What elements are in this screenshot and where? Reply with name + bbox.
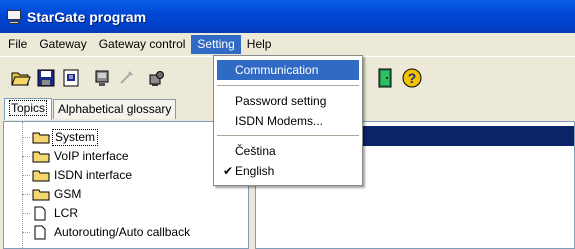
menu-separator (217, 135, 359, 136)
menu-item-communication[interactable]: Communication (217, 60, 359, 80)
folder-icon (32, 132, 50, 144)
folder-icon (32, 170, 50, 182)
menu-gateway[interactable]: Gateway (33, 35, 92, 54)
disabled-tool-icon (114, 66, 138, 90)
tree-item-gsm[interactable]: GSM (4, 185, 83, 203)
tab-alphabetical-glossary[interactable]: Alphabetical glossary (53, 99, 177, 119)
page-icon (34, 225, 46, 239)
title-bar: StarGate program (0, 0, 575, 33)
menu-separator (217, 85, 359, 86)
menu-bar: File Gateway Gateway control Setting Hel… (0, 34, 575, 55)
window-title: StarGate program (27, 8, 147, 25)
inspect-icon[interactable] (90, 66, 114, 90)
save-icon[interactable] (34, 66, 58, 90)
exit-door-icon[interactable] (373, 66, 397, 90)
tree-item-autorouting[interactable]: Autorouting/Auto callback (4, 223, 192, 241)
folder-icon (32, 151, 50, 163)
tree-item-voip-interface[interactable]: VoIP interface (4, 147, 131, 165)
page-icon (34, 206, 46, 220)
menu-help[interactable]: Help (241, 35, 278, 54)
app-icon (6, 9, 22, 25)
tree-item-system[interactable]: System (4, 128, 99, 146)
open-folder-icon[interactable] (9, 66, 33, 90)
connect-icon[interactable] (145, 66, 169, 90)
tree-item-isdn-interface[interactable]: ISDN interface (4, 166, 134, 184)
menu-file[interactable]: File (2, 35, 33, 54)
menu-item-english-label: English (235, 164, 275, 178)
menu-gateway-control[interactable]: Gateway control (93, 35, 192, 54)
help-icon[interactable]: ? (400, 66, 424, 90)
menu-setting[interactable]: Setting (191, 35, 241, 54)
tab-topics[interactable]: Topics (4, 98, 53, 120)
checkmark-icon: ✔ (223, 164, 234, 178)
setting-dropdown-menu: Communication Password setting ISDN Mode… (213, 55, 363, 186)
folder-icon (32, 189, 50, 201)
svg-text:?: ? (408, 70, 417, 86)
properties-icon[interactable] (59, 66, 83, 90)
menu-item-cestina[interactable]: Čeština (217, 141, 359, 161)
menu-item-password-setting[interactable]: Password setting (217, 91, 359, 111)
menu-item-isdn-modems[interactable]: ISDN Modems... (217, 111, 359, 131)
tree-item-lcr[interactable]: LCR (4, 204, 80, 222)
menu-item-english[interactable]: ✔ English (217, 161, 359, 181)
tab-strip: Topics Alphabetical glossary (4, 98, 177, 121)
